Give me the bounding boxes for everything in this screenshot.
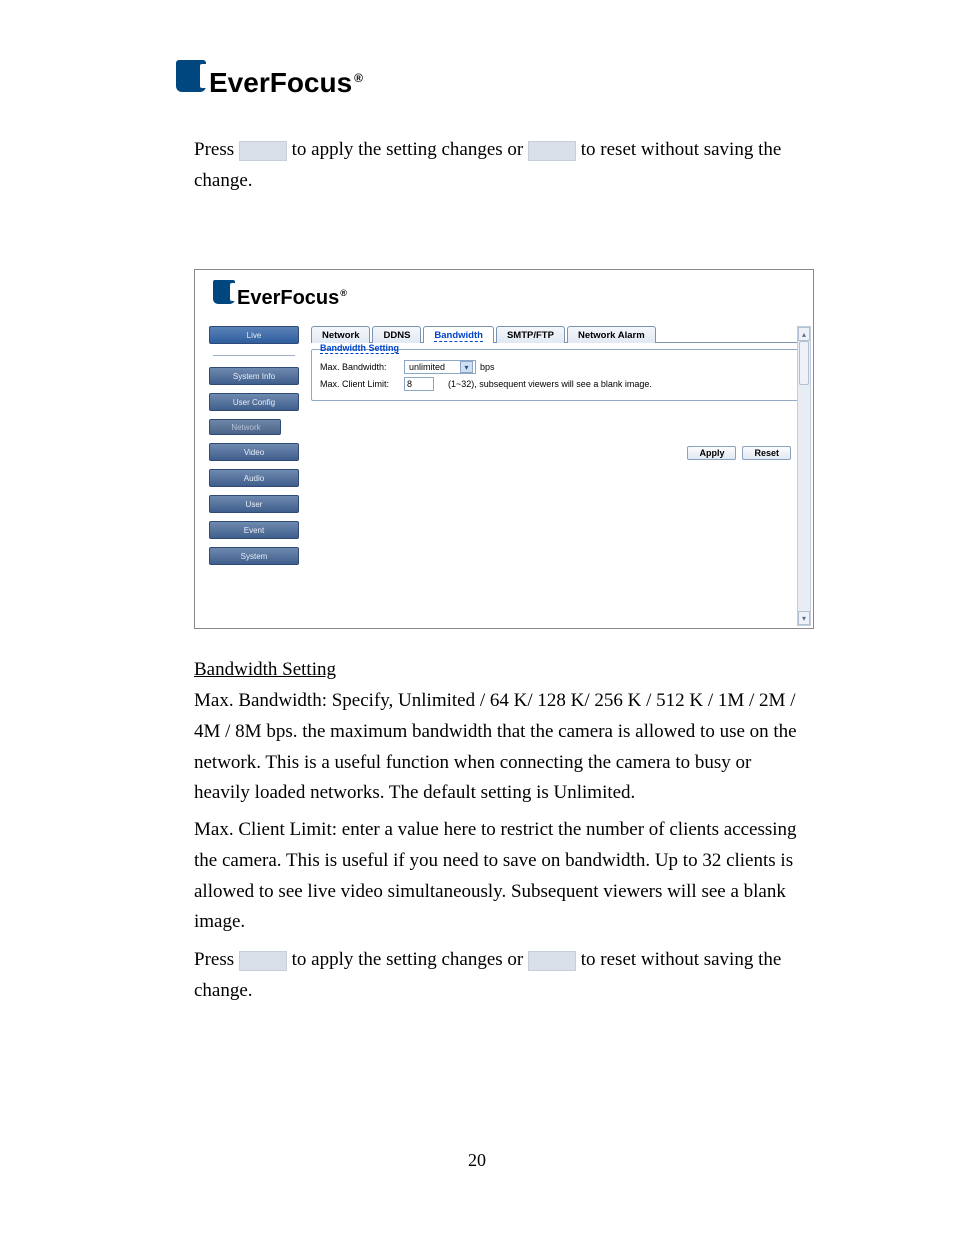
apply-placeholder-icon bbox=[239, 141, 287, 161]
row-max-client: Max. Client Limit: 8 (1~32), subsequent … bbox=[320, 377, 792, 391]
section-heading: Bandwidth Setting bbox=[194, 655, 802, 686]
reset-button[interactable]: Reset bbox=[742, 446, 791, 460]
sidebar-item-event[interactable]: Event bbox=[209, 521, 299, 539]
tab-label: Bandwidth bbox=[434, 330, 483, 342]
sidebar-item-network[interactable]: Network bbox=[209, 419, 281, 435]
unit-bps: bps bbox=[480, 362, 495, 372]
select-value: unlimited bbox=[409, 362, 445, 372]
brand-mark-icon bbox=[176, 60, 206, 92]
t: to apply the setting changes or bbox=[287, 949, 528, 970]
input-max-client[interactable]: 8 bbox=[404, 377, 434, 391]
paragraph-max-bandwidth: Max. Bandwidth: Specify, Unlimited / 64 … bbox=[194, 686, 802, 809]
page-number: 20 bbox=[0, 1150, 954, 1171]
reset-placeholder-icon bbox=[528, 141, 576, 161]
scroll-thumb[interactable] bbox=[799, 341, 809, 385]
closing-paragraph: Press to apply the setting changes or to… bbox=[194, 945, 802, 1007]
legend-text: Bandwidth Setting bbox=[320, 343, 399, 354]
hint-max-client: (1~32), subsequent viewers will see a bl… bbox=[448, 379, 652, 389]
sidebar-item-video[interactable]: Video bbox=[209, 443, 299, 461]
scroll-up-icon[interactable]: ▴ bbox=[798, 327, 810, 341]
sidebar-item-system[interactable]: System bbox=[209, 547, 299, 565]
t: Press bbox=[194, 949, 239, 970]
row-max-bandwidth: Max. Bandwidth: unlimited ▾ bps bbox=[320, 360, 792, 374]
sidebar-item-live[interactable]: Live bbox=[209, 326, 299, 344]
brand-text: EverFocus bbox=[237, 287, 339, 309]
apply-placeholder-icon bbox=[239, 951, 287, 971]
fieldset-legend: Bandwidth Setting bbox=[317, 343, 402, 353]
apply-button[interactable]: Apply bbox=[687, 446, 736, 460]
sidebar: Live System Info User Config Network Vid… bbox=[209, 326, 299, 565]
tab-bar: Network DDNS Bandwidth SMTP/FTP Network … bbox=[311, 326, 801, 343]
chevron-down-icon: ▾ bbox=[460, 361, 473, 373]
paragraph-max-client: Max. Client Limit: enter a value here to… bbox=[194, 815, 802, 938]
t: Press bbox=[194, 139, 239, 160]
intro-paragraph: Press to apply the setting changes or to… bbox=[194, 135, 802, 197]
label-max-client: Max. Client Limit: bbox=[320, 379, 404, 389]
scrollbar[interactable]: ▴ ▾ bbox=[797, 326, 811, 626]
tab-smtp-ftp[interactable]: SMTP/FTP bbox=[496, 326, 565, 343]
sidebar-item-user-config[interactable]: User Config bbox=[209, 393, 299, 411]
config-screenshot: EverFocus® Live System Info User Config … bbox=[194, 269, 814, 629]
select-max-bandwidth[interactable]: unlimited ▾ bbox=[404, 360, 476, 374]
scroll-down-icon[interactable]: ▾ bbox=[798, 611, 810, 625]
label-max-bandwidth: Max. Bandwidth: bbox=[320, 362, 404, 372]
action-buttons: Apply Reset bbox=[687, 446, 791, 460]
content-pane: Network DDNS Bandwidth SMTP/FTP Network … bbox=[311, 326, 801, 622]
sidebar-item-user[interactable]: User bbox=[209, 495, 299, 513]
tab-ddns[interactable]: DDNS bbox=[372, 326, 421, 343]
tab-network[interactable]: Network bbox=[311, 326, 370, 343]
registered-icon: ® bbox=[354, 71, 363, 85]
brand-text: EverFocus bbox=[209, 67, 352, 98]
tab-bandwidth[interactable]: Bandwidth bbox=[423, 326, 494, 343]
bandwidth-fieldset: Bandwidth Setting Max. Bandwidth: unlimi… bbox=[311, 349, 801, 401]
heading-text: Bandwidth Setting bbox=[194, 659, 336, 680]
sidebar-item-system-info[interactable]: System Info bbox=[209, 367, 299, 385]
t: to apply the setting changes or bbox=[287, 139, 528, 160]
divider bbox=[213, 355, 295, 356]
brand-logo: EverFocus® bbox=[176, 60, 363, 99]
tab-network-alarm[interactable]: Network Alarm bbox=[567, 326, 656, 343]
sidebar-item-audio[interactable]: Audio bbox=[209, 469, 299, 487]
shot-brand-logo: EverFocus® bbox=[213, 280, 347, 310]
registered-icon: ® bbox=[340, 288, 347, 298]
reset-placeholder-icon bbox=[528, 951, 576, 971]
brand-mark-icon bbox=[213, 280, 235, 304]
